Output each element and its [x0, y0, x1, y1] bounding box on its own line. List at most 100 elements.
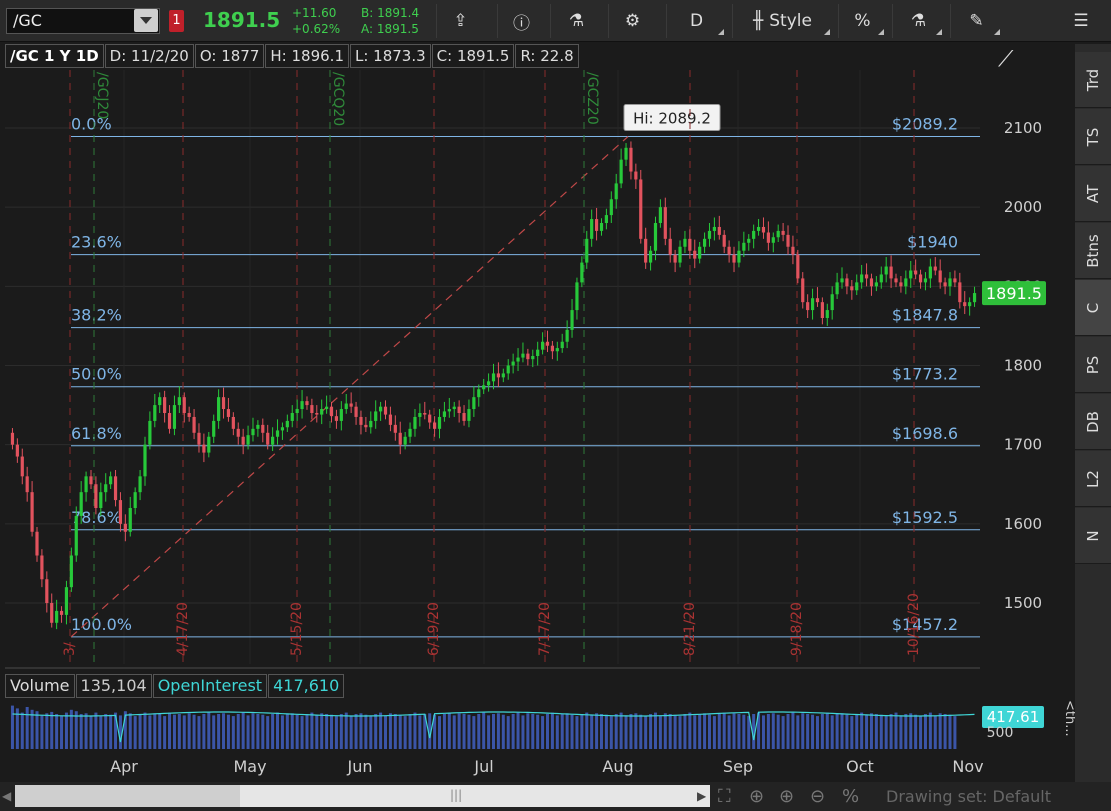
- candle-body-65: [329, 406, 334, 417]
- candle-body-107: [536, 349, 540, 356]
- candle-body-10: [59, 610, 64, 615]
- volume-bar-117: [585, 712, 589, 749]
- volume-bar-169: [840, 713, 844, 749]
- volume-bar-93: [467, 714, 471, 749]
- candle-body-74: [374, 411, 378, 421]
- open-interest-value: 417,610: [268, 674, 345, 698]
- tab-price-slices[interactable]: PS: [1075, 337, 1111, 393]
- volume-bar-121: [604, 714, 608, 749]
- candle-body-168: [835, 282, 839, 295]
- candle-body-50: [256, 424, 260, 429]
- candle-body-85: [428, 414, 432, 423]
- volume-bar-83: [418, 715, 422, 749]
- volume-bar-133: [663, 713, 667, 749]
- volume-bar-168: [835, 714, 839, 749]
- candle-body-58: [295, 409, 299, 413]
- event-label-1: 4/17/20: [175, 602, 191, 656]
- candle-body-70: [354, 406, 358, 417]
- volume-bar-36: [187, 713, 191, 749]
- volume-bar-74: [374, 714, 378, 749]
- volume-bar-172: [855, 714, 859, 749]
- percent-zoom-icon[interactable]: %: [842, 786, 859, 807]
- candle-body-34: [177, 397, 181, 406]
- candle-body-173: [860, 274, 864, 283]
- tab-chart[interactable]: C: [1075, 280, 1111, 336]
- candle-body-106: [531, 356, 535, 360]
- volume-bar-45: [231, 716, 235, 749]
- candle-body-169: [840, 278, 844, 283]
- candle-body-121: [604, 215, 608, 223]
- volume-bar-16: [89, 715, 93, 749]
- volume-bar-113: [565, 713, 569, 749]
- candle-body-133: [663, 207, 667, 239]
- scrollbar-thumb[interactable]: [240, 785, 710, 807]
- candle-body-176: [874, 282, 878, 287]
- fib-pct-label-3: 50.0%: [71, 365, 122, 384]
- candle-body-4: [30, 492, 34, 532]
- volume-bar-65: [330, 714, 334, 749]
- expand-icon[interactable]: ⛶: [718, 786, 731, 807]
- fib-pct-label-1: 23.6%: [71, 233, 122, 252]
- tab-active-trader[interactable]: AT: [1075, 166, 1111, 222]
- candle-body-137: [683, 238, 687, 247]
- volume-bar-111: [555, 715, 559, 749]
- candle-body-110: [550, 345, 555, 352]
- tab-trade[interactable]: Trd: [1075, 52, 1111, 108]
- volume-bar-61: [310, 712, 314, 749]
- tab-buttons[interactable]: Btns: [1075, 223, 1111, 279]
- ohlc-range: R: 22.8: [515, 44, 579, 68]
- crosshair-icon[interactable]: ⊕: [749, 786, 764, 807]
- volume-bar-42: [217, 714, 221, 749]
- candle-body-193: [958, 282, 962, 303]
- chart-symbol-title[interactable]: /GC 1 Y 1D: [5, 44, 104, 68]
- tab-level2[interactable]: L2: [1075, 451, 1111, 507]
- volume-bar-190: [943, 714, 947, 749]
- candle-body-145: [722, 234, 726, 247]
- tab-level2-label: L2: [1084, 469, 1102, 488]
- tab-buttons-label: Btns: [1084, 233, 1102, 268]
- drawing-set-label[interactable]: Drawing set: Default: [886, 787, 1051, 806]
- fib-price-label-1: $1940: [907, 233, 958, 252]
- tab-time-sales[interactable]: TS: [1075, 109, 1111, 165]
- open-interest-label[interactable]: OpenInterest: [152, 674, 268, 698]
- ohlc-low: L: 1873.3: [350, 44, 431, 68]
- scroll-right-icon[interactable]: ▶: [697, 789, 706, 803]
- volume-bar-189: [938, 713, 942, 749]
- volume-bar-34: [177, 714, 181, 749]
- candle-body-138: [688, 238, 692, 251]
- candle-body-86: [432, 422, 437, 429]
- volume-bar-108: [541, 716, 545, 749]
- volume-bar-101: [506, 716, 510, 749]
- candle-body-7: [45, 579, 49, 603]
- tab-news[interactable]: N: [1075, 508, 1111, 564]
- volume-bar-161: [801, 713, 805, 749]
- candle-body-113: [565, 329, 569, 342]
- zoom-out-icon[interactable]: ⊖: [810, 786, 825, 807]
- candle-body-108: [540, 341, 545, 350]
- menu-icon: ☰: [1073, 11, 1089, 31]
- high-annotation-text: Hi: 2089.2: [633, 110, 711, 128]
- candle-body-55: [280, 427, 285, 431]
- volume-label[interactable]: Volume: [5, 674, 75, 698]
- volume-bar-47: [241, 712, 245, 749]
- volume-bar-72: [364, 714, 368, 749]
- candle-body-83: [418, 413, 422, 417]
- volume-bar-60: [305, 714, 309, 749]
- candle-body-163: [810, 298, 815, 311]
- volume-bar-191: [948, 714, 952, 749]
- volume-bar-27: [143, 712, 147, 749]
- scroll-left-icon[interactable]: ◀: [2, 789, 11, 803]
- candle-body-40: [207, 436, 211, 453]
- volume-bar-73: [369, 716, 373, 749]
- candle-body-98: [491, 373, 496, 382]
- candle-body-38: [197, 432, 201, 445]
- candle-body-75: [379, 406, 383, 412]
- tab-dashboard[interactable]: DB: [1075, 394, 1111, 450]
- expiration-label-2: /GCZ20: [584, 72, 600, 125]
- volume-bar-43: [222, 713, 226, 749]
- candle-body-159: [791, 246, 795, 255]
- price-chart[interactable]: 0.0% $2089.223.6% $194038.2% $1847.850.0% $1…: [0, 0, 1075, 782]
- volume-bar-184: [914, 714, 918, 749]
- candle-body-1: [15, 444, 19, 457]
- zoom-in-icon[interactable]: ⊕: [779, 786, 794, 807]
